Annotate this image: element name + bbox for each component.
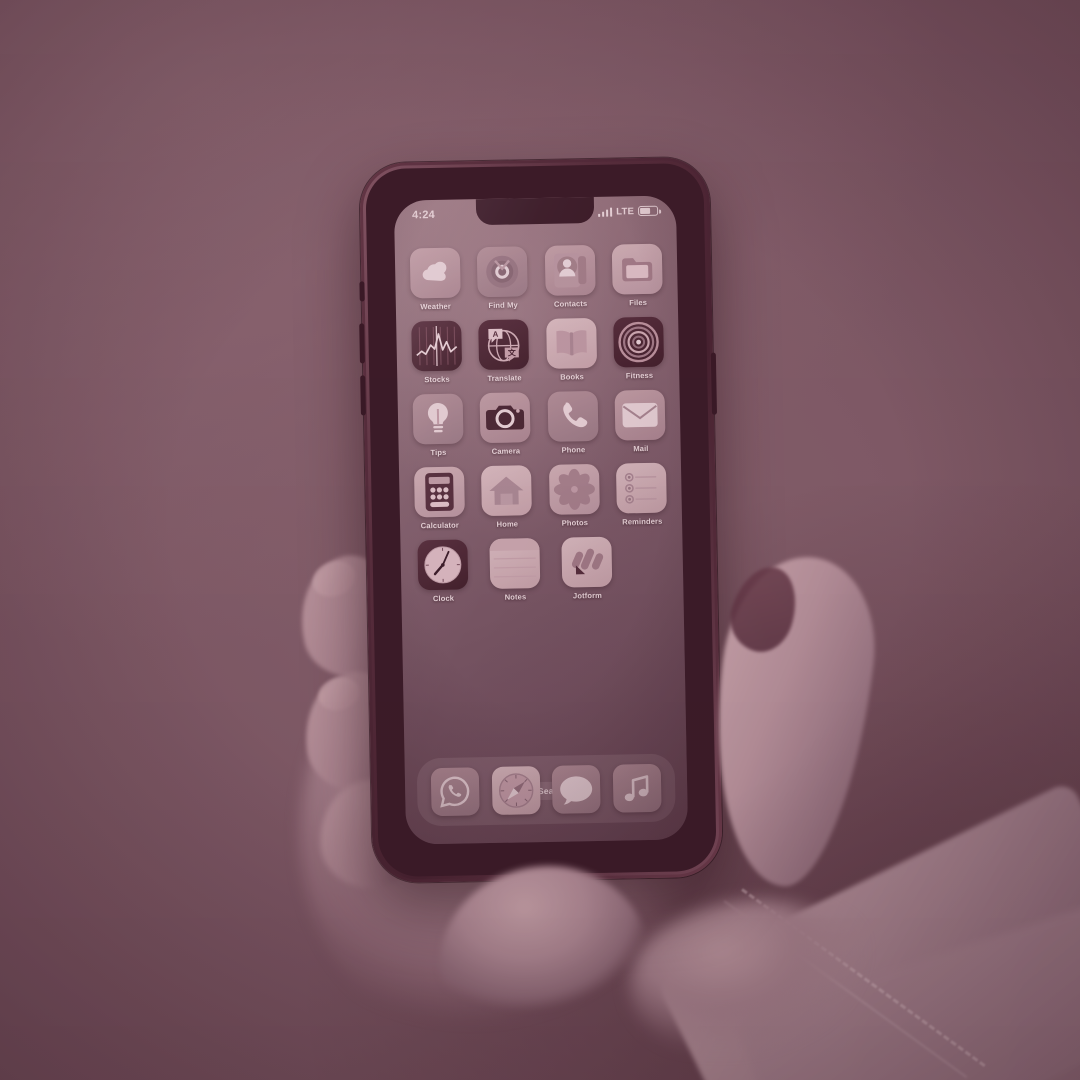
photo-vignette [0, 0, 1080, 1080]
screenshot-stage: 4:24 LTE Weather [0, 0, 1080, 1080]
